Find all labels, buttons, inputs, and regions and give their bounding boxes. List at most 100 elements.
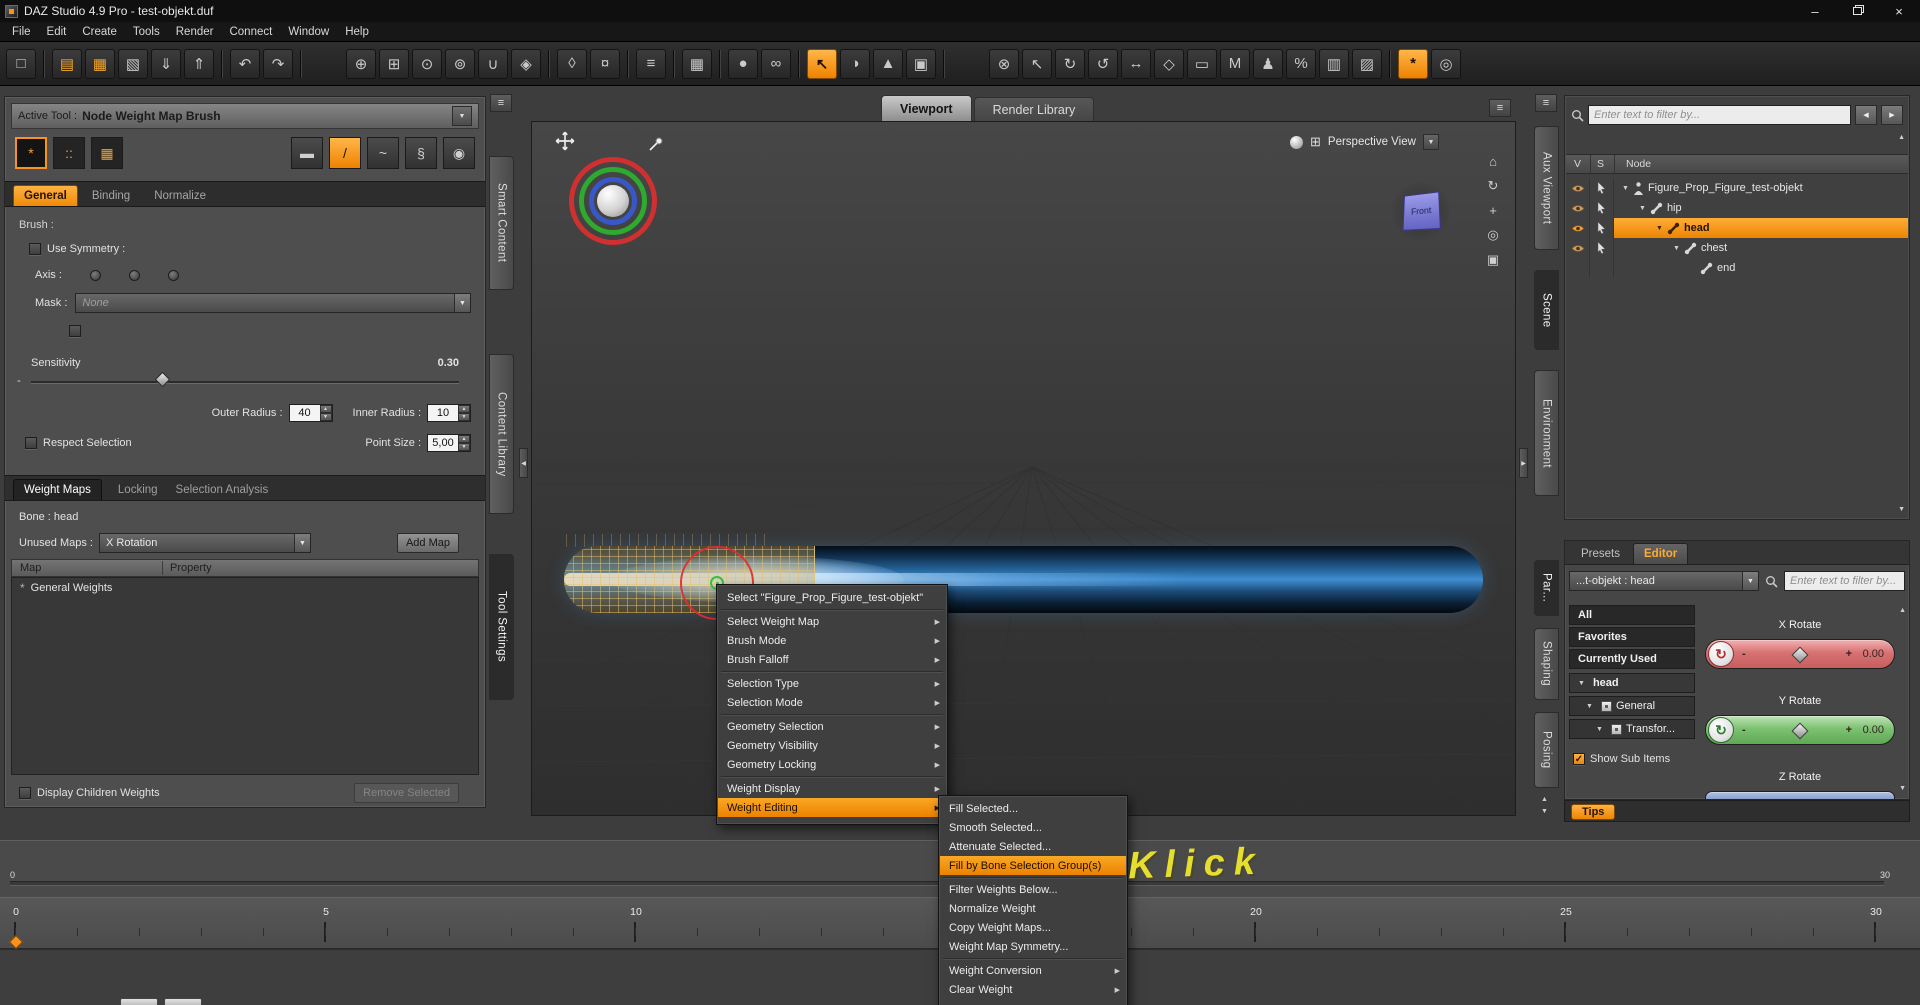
scene-node-row[interactable]: ▼ chest (1566, 238, 1908, 258)
save-file-icon[interactable]: ▦ (85, 48, 115, 79)
axis-y-radio[interactable] (128, 269, 140, 281)
save-as-icon[interactable]: ▧ (118, 48, 148, 79)
view-pan-icon[interactable]: + (1489, 203, 1497, 218)
tab-editor[interactable]: Editor (1633, 543, 1689, 564)
view-selector-dropdown-icon[interactable]: ▼ (1422, 134, 1439, 150)
slider-minus[interactable]: - (1742, 724, 1746, 736)
point-size-input[interactable]: 5,00 ▲ ▼ (427, 434, 471, 452)
menubar-item[interactable]: Render (168, 26, 222, 38)
use-symmetry-checkbox[interactable] (29, 243, 41, 255)
scene-node-row[interactable]: ▼ hip (1566, 198, 1908, 218)
scene-node-row[interactable]: end (1566, 258, 1908, 278)
slider-plus[interactable]: + (1846, 724, 1852, 736)
node-selection-tool-icon[interactable]: ↖ (807, 48, 837, 79)
tab-tool-settings[interactable]: Tool Settings (489, 554, 514, 700)
create-figure-icon[interactable]: ⊕ (346, 48, 376, 79)
point-size-spinner[interactable]: ▲ ▼ (458, 435, 470, 451)
rotate-tool-icon[interactable]: ↻ (1055, 48, 1085, 79)
respect-selection-checkbox[interactable] (25, 437, 37, 449)
render-settings-icon[interactable]: ▥ (1319, 48, 1349, 79)
grid-snap-icon[interactable]: ▦ (682, 48, 712, 79)
tab-normalize[interactable]: Normalize (144, 186, 216, 206)
rotation-gizmo[interactable] (569, 157, 657, 245)
outer-radius-spinner[interactable]: ▲ ▼ (319, 405, 332, 421)
spin-down-icon[interactable]: ▼ (319, 413, 332, 421)
scale-tool-icon[interactable]: ◇ (1154, 48, 1184, 79)
expand-icon[interactable]: ▼ (1596, 726, 1603, 733)
point-weight-mode-icon[interactable]: :: (53, 137, 85, 169)
scroll-up-icon[interactable]: ▲ (1898, 134, 1905, 141)
scroll-up-icon[interactable]: ▲ (1899, 607, 1906, 614)
universal-manipulator-icon[interactable] (554, 130, 576, 152)
view-home-icon[interactable]: ⌂ (1489, 154, 1497, 169)
selection-cursor-icon[interactable] (1590, 198, 1614, 218)
viewport-pane-options-icon[interactable]: ≡ (1489, 99, 1511, 117)
symmetry-icon[interactable]: % (1286, 48, 1316, 79)
tab-content-library[interactable]: Content Library (489, 354, 514, 514)
menu-item-geometry-selection[interactable]: Geometry Selection ▶ (718, 717, 946, 736)
active-tool-dropdown-icon[interactable]: ▼ (452, 106, 472, 126)
spin-up-icon[interactable]: ▲ (319, 405, 332, 413)
axis-z-radio[interactable] (167, 269, 179, 281)
sensitivity-slider-handle[interactable] (154, 371, 171, 388)
spin-down-icon[interactable]: ▼ (458, 443, 470, 451)
param-group-general[interactable]: ▼ General (1569, 696, 1695, 716)
tab-posing[interactable]: Posing (1534, 712, 1559, 788)
tab-selection-analysis[interactable]: Selection Analysis (174, 480, 271, 500)
frame-tool-icon[interactable]: ▭ (1187, 48, 1217, 79)
menu-item-selection-type[interactable]: Selection Type ▶ (718, 674, 946, 693)
inner-radius-input[interactable]: 10 ▲ ▼ (427, 404, 471, 422)
roller-brush-icon[interactable]: ▬ (291, 137, 323, 169)
view-frame-icon[interactable]: ▣ (1487, 252, 1499, 268)
submenu-item-smooth-selected[interactable]: Smooth Selected... (940, 818, 1126, 837)
menu-item-brush-falloff[interactable]: Brush Falloff ▶ (718, 650, 946, 669)
menu-item-select-figure[interactable]: Select "Figure_Prop_Figure_test-objekt" (718, 588, 946, 607)
scroll-down-icon[interactable]: ▼ (1898, 506, 1905, 513)
node-graph-icon[interactable]: ∞ (761, 48, 791, 79)
open-file-icon[interactable]: ▤ (52, 48, 82, 79)
menu-item-geometry-locking[interactable]: Geometry Locking ▶ (718, 755, 946, 774)
inner-radius-spinner[interactable]: ▲ ▼ (458, 405, 470, 421)
collapse-left-handle[interactable]: ◀ (519, 448, 528, 478)
view-cube-front-face[interactable]: Front (1402, 191, 1441, 231)
menu-item-select-weight-map[interactable]: Select Weight Map ▶ (718, 612, 946, 631)
expand-icon[interactable]: ▼ (1656, 225, 1663, 232)
joint-editor-icon[interactable]: ⊗ (989, 48, 1019, 79)
menubar-item[interactable]: Window (280, 26, 337, 38)
weight-map-mode-icon[interactable]: * (15, 137, 47, 169)
parameters-filter-input[interactable] (1784, 571, 1905, 591)
visibility-eye-icon[interactable] (1566, 218, 1590, 238)
param-group-currently-used[interactable]: Currently Used (1569, 649, 1695, 669)
paint-brush-icon[interactable]: / (329, 137, 361, 169)
create-light-icon[interactable]: ⊚ (445, 48, 475, 79)
view-cube[interactable]: Front (1390, 180, 1452, 242)
figure-pose-icon[interactable]: ♟ (1253, 48, 1283, 79)
close-button[interactable]: × (1878, 0, 1920, 22)
submenu-item-attenuate-selected[interactable]: Attenuate Selected... (940, 837, 1126, 856)
create-camera-icon[interactable]: ⊙ (412, 48, 442, 79)
mask-invert-checkbox[interactable] (69, 325, 81, 337)
outer-radius-input[interactable]: 40 ▲ ▼ (288, 404, 333, 422)
view-selector[interactable]: Perspective View (1328, 136, 1416, 148)
tab-binding[interactable]: Binding (82, 186, 140, 206)
submenu-item-clear-weight[interactable]: Clear Weight ▶ (940, 980, 1126, 999)
scroll-up-icon[interactable]: ▲ (1541, 796, 1548, 803)
timeline-button-stub[interactable] (120, 998, 158, 1005)
slider-handle[interactable] (1791, 722, 1809, 740)
weight-map-row[interactable]: * General Weights (12, 578, 478, 598)
tab-smart-content[interactable]: Smart Content (489, 156, 514, 290)
submenu-item-fill-by-bone[interactable]: Fill by Bone Selection Group(s) (940, 856, 1126, 875)
selection-cursor-icon[interactable] (1590, 218, 1614, 238)
scroll-down-icon[interactable]: ▼ (1899, 785, 1906, 792)
redo-icon[interactable]: ↷ (263, 48, 293, 79)
tab-shaping[interactable]: Shaping (1534, 628, 1559, 700)
tab-render-library[interactable]: Render Library (973, 97, 1095, 121)
submenu-item-fill-selected[interactable]: Fill Selected... (940, 799, 1126, 818)
undo-icon[interactable]: ↶ (230, 48, 260, 79)
z-rotate-slider[interactable] (1705, 791, 1895, 799)
expand-icon[interactable]: ▼ (1673, 245, 1680, 252)
selection-cursor-icon[interactable] (1590, 178, 1614, 198)
collapse-right-handle[interactable]: ▶ (1519, 448, 1528, 478)
texture-atlas-icon[interactable]: ▨ (1352, 48, 1382, 79)
display-children-checkbox[interactable] (19, 787, 31, 799)
